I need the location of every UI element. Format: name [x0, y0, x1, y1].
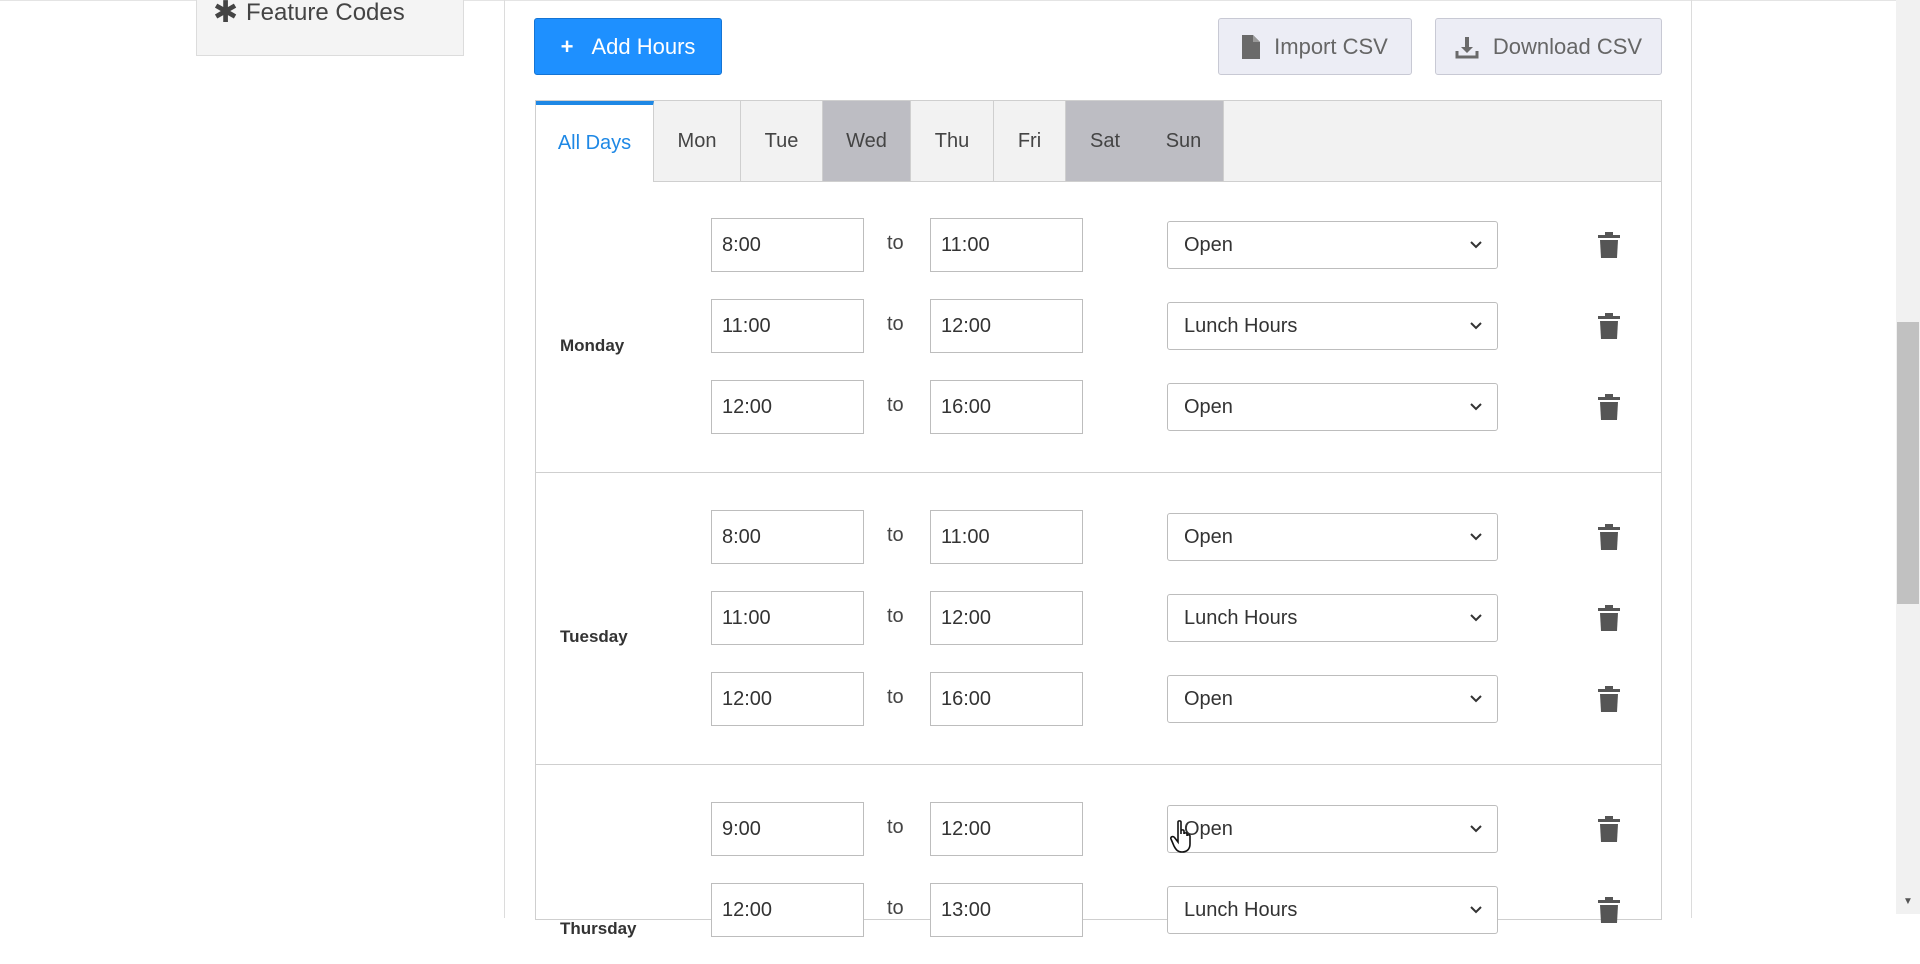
day-tab-bar: All Days Mon Tue Wed Thu Fri Sat Sun	[536, 101, 1661, 182]
from-time-input[interactable]: 11:00	[711, 299, 864, 353]
download-icon	[1455, 36, 1479, 58]
tab-sat[interactable]: Sat	[1066, 101, 1144, 181]
to-label: to	[887, 686, 904, 708]
hours-type-value: Open	[1184, 233, 1233, 256]
scrollbar-thumb[interactable]	[1897, 322, 1919, 604]
tab-thu[interactable]: Thu	[911, 101, 994, 181]
from-time-input[interactable]: 8:00	[711, 510, 864, 564]
hand-cursor-icon	[1170, 820, 1191, 853]
from-time-input[interactable]: 8:00	[711, 218, 864, 272]
asterisk-icon: ✱	[213, 0, 239, 29]
to-time-input[interactable]: 16:00	[930, 380, 1083, 434]
to-time-input[interactable]: 11:00	[930, 510, 1083, 564]
download-csv-button[interactable]: Download CSV	[1435, 18, 1662, 75]
trash-icon[interactable]	[1598, 686, 1620, 712]
tab-tue[interactable]: Tue	[741, 101, 823, 181]
hours-type-value: Lunch Hours	[1184, 898, 1298, 921]
to-label: to	[887, 394, 904, 416]
to-label: to	[887, 897, 904, 919]
hours-type-select[interactable]: Lunch Hours	[1167, 594, 1498, 642]
trash-icon[interactable]	[1598, 232, 1620, 258]
to-time-input[interactable]: 13:00	[930, 883, 1083, 937]
day-label: Monday	[560, 336, 625, 355]
hours-type-select[interactable]: Open	[1167, 383, 1498, 431]
tab-mon[interactable]: Mon	[654, 101, 741, 181]
to-label: to	[887, 524, 904, 546]
hours-type-value: Lunch Hours	[1184, 314, 1298, 337]
from-time-input[interactable]: 12:00	[711, 883, 864, 937]
hours-type-select[interactable]: Open	[1167, 805, 1498, 853]
chevron-down-icon	[1470, 906, 1482, 914]
trash-icon[interactable]	[1598, 816, 1620, 842]
hours-type-select[interactable]: Open	[1167, 513, 1498, 561]
chevron-down-icon	[1470, 403, 1482, 411]
sidebar-item-label: Feature Codes	[246, 0, 405, 26]
plus-icon: +	[560, 33, 574, 59]
chevron-down-icon	[1470, 614, 1482, 622]
chevron-down-icon	[1470, 322, 1482, 330]
trash-icon[interactable]	[1598, 897, 1620, 923]
tab-all-days[interactable]: All Days	[536, 101, 654, 182]
file-icon	[1242, 34, 1261, 59]
add-hours-label: Add Hours	[591, 33, 696, 59]
to-time-input[interactable]: 12:00	[930, 802, 1083, 856]
from-time-input[interactable]: 11:00	[711, 591, 864, 645]
hours-type-select[interactable]: Lunch Hours	[1167, 886, 1498, 934]
sidebar-item-feature-codes[interactable]: ✱ Feature Codes	[196, 0, 464, 56]
hours-type-value: Open	[1184, 687, 1233, 710]
hours-type-value: Lunch Hours	[1184, 606, 1298, 629]
to-label: to	[887, 605, 904, 627]
from-time-input[interactable]: 12:00	[711, 380, 864, 434]
tab-fri[interactable]: Fri	[994, 101, 1066, 181]
from-time-input[interactable]: 12:00	[711, 672, 864, 726]
tab-sun[interactable]: Sun	[1144, 101, 1224, 181]
to-time-input[interactable]: 12:00	[930, 299, 1083, 353]
add-hours-button[interactable]: + Add Hours	[534, 18, 722, 75]
to-label: to	[887, 232, 904, 254]
trash-icon[interactable]	[1598, 313, 1620, 339]
chevron-down-icon	[1470, 695, 1482, 703]
from-time-input[interactable]: 9:00	[711, 802, 864, 856]
trash-icon[interactable]	[1598, 394, 1620, 420]
import-csv-label: Import CSV	[1274, 33, 1388, 59]
to-time-input[interactable]: 12:00	[930, 591, 1083, 645]
import-csv-button[interactable]: Import CSV	[1218, 18, 1412, 75]
to-label: to	[887, 816, 904, 838]
day-section-thursday: Thursday	[536, 764, 1661, 964]
hours-type-value: Open	[1184, 525, 1233, 548]
chevron-down-icon	[1470, 825, 1482, 833]
chevron-down-icon	[1470, 241, 1482, 249]
scroll-down-arrow-icon[interactable]: ▼	[1903, 896, 1913, 907]
tab-wed[interactable]: Wed	[823, 101, 911, 181]
download-csv-label: Download CSV	[1492, 33, 1643, 59]
hours-type-value: Open	[1184, 395, 1233, 418]
to-label: to	[887, 313, 904, 335]
day-label: Thursday	[560, 919, 637, 938]
day-label: Tuesday	[560, 627, 628, 646]
to-time-input[interactable]: 11:00	[930, 218, 1083, 272]
trash-icon[interactable]	[1598, 605, 1620, 631]
hours-type-select[interactable]: Open	[1167, 221, 1498, 269]
hours-type-select[interactable]: Open	[1167, 675, 1498, 723]
chevron-down-icon	[1470, 533, 1482, 541]
hours-tab-card: All Days Mon Tue Wed Thu Fri Sat Sun Mon…	[535, 100, 1662, 938]
trash-icon[interactable]	[1598, 524, 1620, 550]
to-time-input[interactable]: 16:00	[930, 672, 1083, 726]
hours-type-select[interactable]: Lunch Hours	[1167, 302, 1498, 350]
